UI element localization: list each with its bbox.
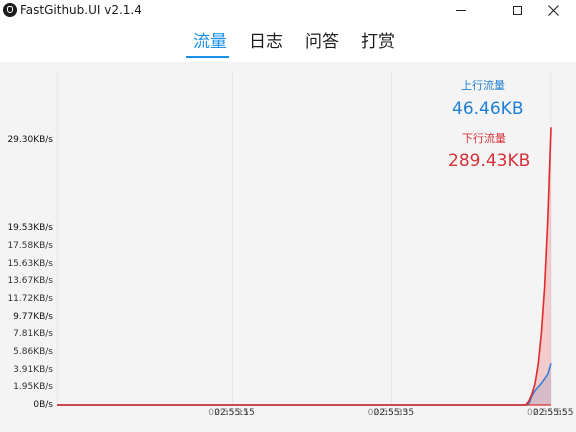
- window-title: FastGithub.UI v2.1.4: [20, 3, 142, 17]
- y-tick-label: 5.86KB/s: [13, 347, 53, 357]
- tab-bar: 流量 日志 问答 打赏: [0, 22, 576, 62]
- download-value: 289.43KB: [448, 151, 531, 171]
- y-tick-label: 1.95KB/s: [13, 382, 53, 393]
- y-tick-label: 19.53KB/s: [7, 223, 53, 234]
- tab-faq[interactable]: 问答: [305, 30, 339, 54]
- tab-logs[interactable]: 日志: [249, 30, 283, 54]
- close-button[interactable]: [530, 0, 576, 20]
- x-tick-label: 02:55:15: [214, 408, 255, 418]
- y-tick-label: 9.77KB/s: [13, 311, 53, 322]
- y-tick-label: 11.72KB/s: [7, 294, 53, 304]
- title-bar: FastGithub.UI v2.1.4: [0, 0, 576, 20]
- tab-traffic[interactable]: 流量: [193, 30, 227, 54]
- close-icon: [547, 4, 559, 16]
- download-label: 下行流量: [462, 132, 506, 145]
- series-area-0: [57, 363, 551, 405]
- y-tick-label: 15.63KB/s: [7, 258, 53, 269]
- y-tick-label: 7.81KB/s: [13, 329, 53, 340]
- y-tick-label: 0B/s: [33, 400, 53, 410]
- upload-value: 46.46KB: [452, 99, 524, 119]
- app-logo-icon: [3, 3, 17, 17]
- traffic-chart: 0B/s 1.95KB/s 3.91KB/s 5.86KB/s 7.81KB/s 9.77…: [0, 62, 576, 432]
- tab-donate[interactable]: 打赏: [361, 30, 395, 54]
- maximize-icon: [512, 5, 522, 15]
- y-tick-label: 13.67KB/s: [7, 276, 53, 287]
- minimize-button[interactable]: [438, 0, 484, 20]
- series-line-0: [57, 363, 552, 406]
- y-tick-label: 29.30KB/s: [7, 135, 53, 145]
- y-tick-label: 17.58KB/s: [7, 241, 53, 251]
- active-tab-indicator: [186, 56, 229, 58]
- x-tick-label: 02:55:55: [533, 408, 574, 418]
- minimize-icon: [456, 9, 466, 11]
- upload-label: 上行流量: [461, 79, 505, 92]
- x-tick-label: 02:55:35: [373, 408, 415, 418]
- y-tick-label: 3.91KB/s: [13, 364, 53, 375]
